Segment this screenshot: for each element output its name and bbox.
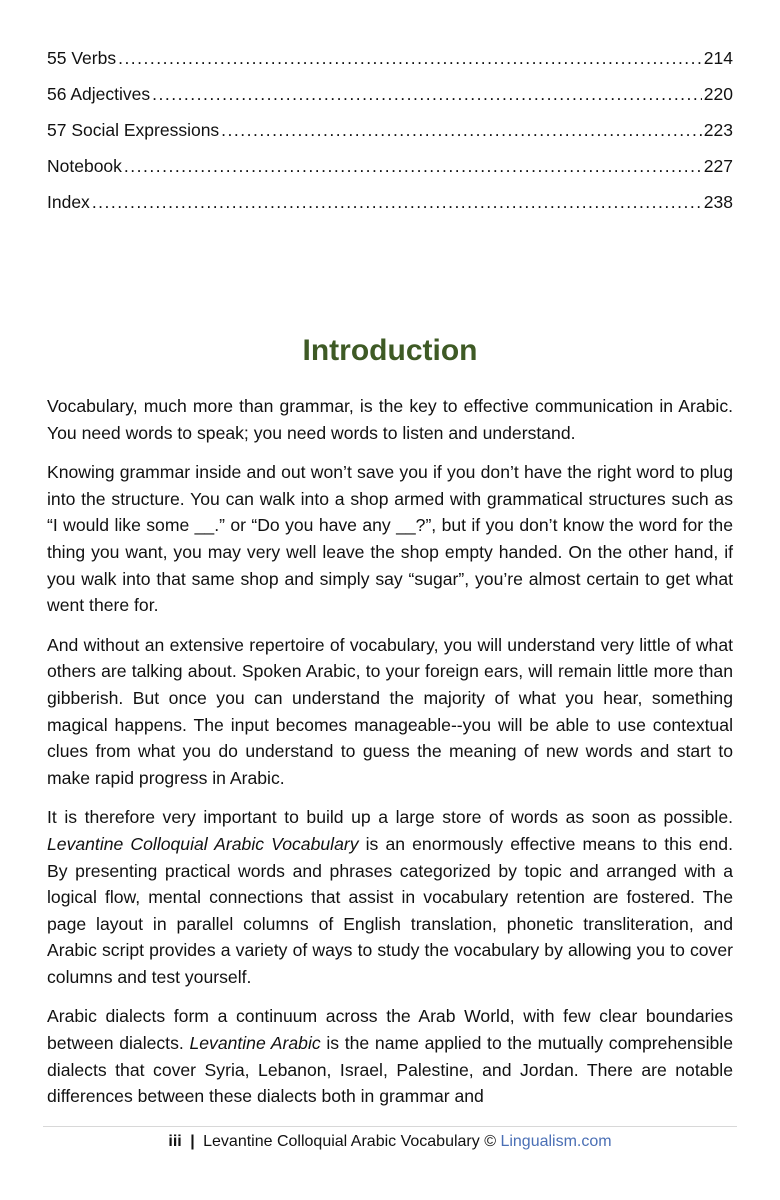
- paragraph: Vocabulary, much more than grammar, is t…: [47, 396, 733, 443]
- toc-entry-page: 227: [703, 156, 733, 176]
- footer-divider: [43, 1126, 737, 1127]
- paragraph-text: It is therefore very important to build …: [47, 807, 733, 828]
- toc-entry-title: 57 Social Expressions: [47, 120, 220, 140]
- paragraph: Arabic dialects form a continuum across …: [47, 1003, 733, 1109]
- section-heading: Introduction: [302, 334, 478, 368]
- toc-dot-leader: [221, 118, 702, 142]
- toc-dot-leader: [152, 82, 702, 106]
- dialect-name-italic: Levantine Arabic: [189, 1033, 321, 1054]
- toc-entry-title: 55 Verbs: [47, 48, 117, 68]
- toc-entry-page: 238: [703, 192, 733, 212]
- toc-entry-page: 214: [703, 48, 733, 68]
- page-footer: iii | Levantine Colloquial Arabic Vocabu…: [0, 1131, 780, 1153]
- paragraph: And without an extensive repertoire of v…: [47, 634, 733, 788]
- paragraph: It is therefore very important to build …: [47, 804, 733, 990]
- toc-entry[interactable]: Index 238: [47, 190, 733, 226]
- toc-dot-leader: [124, 154, 702, 178]
- footer-copyright-text: Levantine Colloquial Arabic Vocabulary ©: [203, 1133, 496, 1150]
- page-number: iii: [168, 1133, 182, 1150]
- paragraph-text: is an enormously effective means to this…: [47, 833, 733, 987]
- toc-entry-page: 220: [703, 84, 733, 104]
- table-of-contents: 55 Verbs 214 56 Adjectives 220 57 Social…: [47, 46, 733, 226]
- toc-entry-title: Notebook: [47, 156, 122, 176]
- toc-entry-title: 56 Adjectives: [47, 84, 151, 104]
- toc-dot-leader: [92, 190, 702, 214]
- toc-dot-leader: [118, 46, 702, 70]
- toc-entry[interactable]: 55 Verbs 214: [47, 46, 733, 82]
- introduction-body: Vocabulary, much more than grammar, is t…: [47, 393, 733, 1123]
- website-link[interactable]: Lingualism.com: [500, 1133, 611, 1150]
- toc-entry[interactable]: 57 Social Expressions 223: [47, 118, 733, 154]
- toc-entry-page: 223: [703, 120, 733, 140]
- toc-entry-title: Index: [47, 192, 90, 212]
- footer-separator: |: [190, 1133, 195, 1150]
- book-title-italic: Levantine Colloquial Arabic Vocabulary: [47, 833, 359, 854]
- toc-entry[interactable]: 56 Adjectives 220: [47, 82, 733, 118]
- toc-entry[interactable]: Notebook 227: [47, 154, 733, 190]
- paragraph: Knowing grammar inside and out won’t sav…: [47, 462, 733, 616]
